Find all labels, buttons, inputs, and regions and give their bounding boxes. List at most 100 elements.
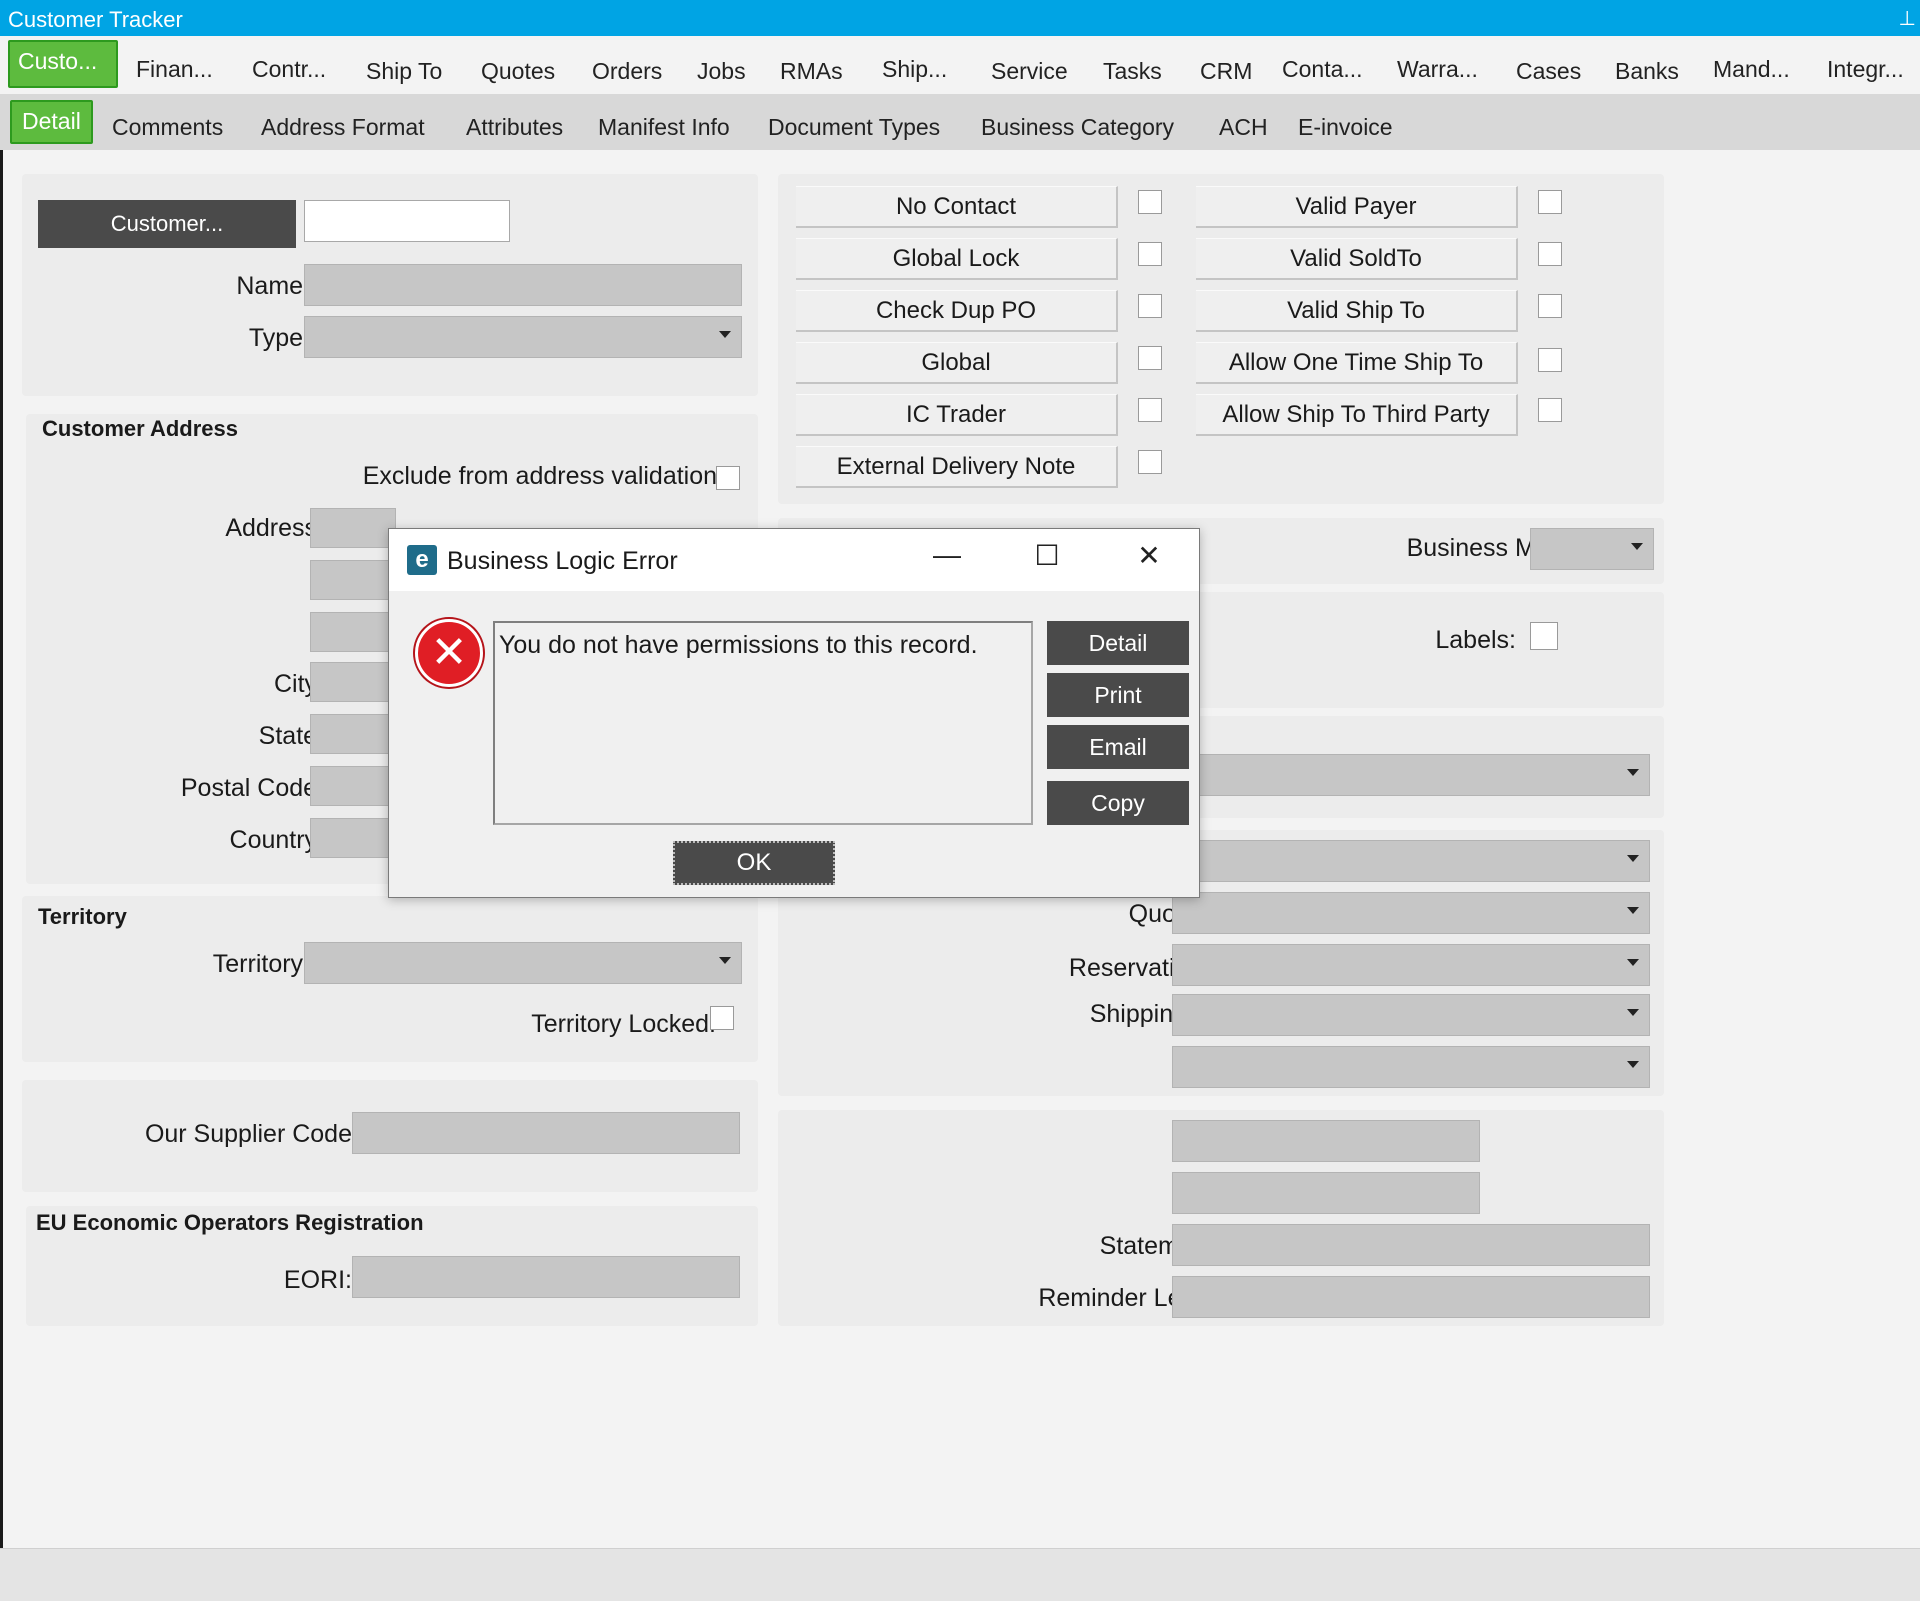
tab-customer[interactable]: Custo... [8, 40, 118, 88]
state-field[interactable] [310, 714, 396, 754]
tab-banks[interactable]: Banks [1615, 58, 1679, 85]
customer-button[interactable]: Customer... [38, 200, 296, 248]
tab-integration[interactable]: Integr... [1827, 56, 1904, 83]
tab-e-invoice[interactable]: E-invoice [1298, 114, 1393, 141]
allow-one-time-ship-to-checkbox[interactable] [1538, 348, 1562, 372]
exclude-validation-checkbox[interactable] [716, 466, 740, 490]
chevron-down-icon [1627, 907, 1639, 914]
global-lock-checkbox[interactable] [1138, 242, 1162, 266]
copy-button[interactable]: Copy [1047, 781, 1189, 825]
allow-ship-to-third-party-checkbox[interactable] [1538, 398, 1562, 422]
tab-cases[interactable]: Cases [1516, 58, 1581, 85]
address-line-2-field[interactable] [310, 560, 396, 600]
pin-icon[interactable]: ⊥ [1899, 6, 1916, 31]
reminder-email-field[interactable] [1172, 1276, 1650, 1318]
customer-address-title: Customer Address [42, 416, 239, 441]
territory-locked-checkbox[interactable] [710, 1006, 734, 1030]
maximize-icon[interactable]: ☐ [1027, 539, 1067, 572]
email-button[interactable]: Email [1047, 725, 1189, 769]
dialog-title: Business Logic Error [447, 547, 678, 575]
sub-tab-bar: Detail Comments Address Format Attribute… [0, 94, 1920, 150]
phone-field[interactable] [1172, 1120, 1480, 1162]
type-dropdown[interactable] [304, 316, 742, 358]
tab-orders[interactable]: Orders [592, 58, 662, 85]
tab-mandates[interactable]: Mand... [1713, 56, 1790, 83]
hidden-dropdown[interactable] [1172, 840, 1650, 882]
eu-registration-title: EU Economic Operators Registration [36, 1210, 424, 1235]
no-contact-button[interactable]: No Contact [796, 186, 1118, 228]
detail-button[interactable]: Detail [1047, 621, 1189, 665]
tab-contacts[interactable]: Conta... [1282, 56, 1363, 83]
tab-contracts[interactable]: Contr... [252, 56, 326, 83]
tab-quotes[interactable]: Quotes [481, 58, 555, 85]
tab-manifest-info[interactable]: Manifest Info [598, 114, 730, 141]
address-line-3-field[interactable] [310, 612, 396, 652]
statement-email-field[interactable] [1172, 1224, 1650, 1266]
allow-ship-to-third-party-button[interactable]: Allow Ship To Third Party [1196, 394, 1518, 436]
city-label: City: [274, 670, 324, 698]
global-lock-button[interactable]: Global Lock [796, 238, 1118, 280]
tab-jobs[interactable]: Jobs [697, 58, 746, 85]
tab-address-format[interactable]: Address Format [261, 114, 425, 141]
tab-rmas[interactable]: RMAs [780, 58, 843, 85]
valid-ship-to-checkbox[interactable] [1538, 294, 1562, 318]
valid-ship-to-button[interactable]: Valid Ship To [1196, 290, 1518, 332]
postal-code-field[interactable] [310, 766, 396, 806]
global-checkbox[interactable] [1138, 346, 1162, 370]
address-line-1-field[interactable] [310, 508, 396, 548]
valid-payer-button[interactable]: Valid Payer [1196, 186, 1518, 228]
check-dup-po-button[interactable]: Check Dup PO [796, 290, 1118, 332]
tab-attributes[interactable]: Attributes [466, 114, 563, 141]
allow-one-time-ship-to-button[interactable]: Allow One Time Ship To [1196, 342, 1518, 384]
tab-comments[interactable]: Comments [112, 114, 223, 141]
print-button[interactable]: Print [1047, 673, 1189, 717]
tab-shipping[interactable]: Ship... [882, 56, 947, 83]
tab-tasks[interactable]: Tasks [1103, 58, 1162, 85]
global-button[interactable]: Global [796, 342, 1118, 384]
close-icon[interactable]: ✕ [1129, 539, 1169, 572]
territory-dropdown[interactable] [304, 942, 742, 984]
supplier-code-field[interactable] [352, 1112, 740, 1154]
business-model-dropdown[interactable] [1530, 528, 1654, 570]
title-bar: Customer Tracker ⊥ [0, 0, 1920, 36]
tab-ach[interactable]: ACH [1219, 114, 1268, 141]
customer-panel: Customer... Name: Type: [22, 174, 758, 396]
ic-trader-button[interactable]: IC Trader [796, 394, 1118, 436]
external-delivery-note-checkbox[interactable] [1138, 450, 1162, 474]
tab-warranty[interactable]: Warra... [1397, 56, 1478, 83]
ic-trader-checkbox[interactable] [1138, 398, 1162, 422]
ok-button[interactable]: OK [673, 841, 835, 885]
misc-dropdown[interactable] [1172, 754, 1650, 796]
city-field[interactable] [310, 662, 396, 702]
tab-crm[interactable]: CRM [1200, 58, 1252, 85]
tab-document-types[interactable]: Document Types [768, 114, 940, 141]
external-delivery-note-button[interactable]: External Delivery Note [796, 446, 1118, 488]
shipping-qualifier-dropdown[interactable] [1172, 994, 1650, 1036]
eori-field[interactable] [352, 1256, 740, 1298]
valid-payer-checkbox[interactable] [1538, 190, 1562, 214]
tab-service[interactable]: Service [991, 58, 1068, 85]
language-dropdown[interactable] [1172, 1046, 1650, 1088]
valid-soldto-checkbox[interactable] [1538, 242, 1562, 266]
valid-soldto-button[interactable]: Valid SoldTo [1196, 238, 1518, 280]
fax-field[interactable] [1172, 1172, 1480, 1214]
tab-ship-to[interactable]: Ship To [366, 58, 442, 85]
check-dup-po-checkbox[interactable] [1138, 294, 1162, 318]
labels-label: Labels: [1435, 626, 1516, 654]
type-label: Type: [248, 324, 310, 352]
tab-business-category[interactable]: Business Category [981, 114, 1174, 141]
labels-checkbox[interactable] [1530, 622, 1558, 650]
reservation-priority-dropdown[interactable] [1172, 944, 1650, 986]
chevron-down-icon [1631, 543, 1643, 550]
no-contact-checkbox[interactable] [1138, 190, 1162, 214]
tab-financial[interactable]: Finan... [136, 56, 213, 83]
address-label: Address: [225, 514, 324, 542]
tab-detail[interactable]: Detail [10, 100, 93, 144]
customer-id-input[interactable] [304, 200, 510, 242]
name-field[interactable] [304, 264, 742, 306]
quote-markup-dropdown[interactable] [1172, 892, 1650, 934]
window-left-border [0, 150, 3, 1548]
territory-panel: Territory Territory: Territory Locked: [22, 896, 758, 1062]
country-field[interactable] [310, 818, 396, 858]
minimize-icon[interactable]: — [927, 539, 967, 571]
